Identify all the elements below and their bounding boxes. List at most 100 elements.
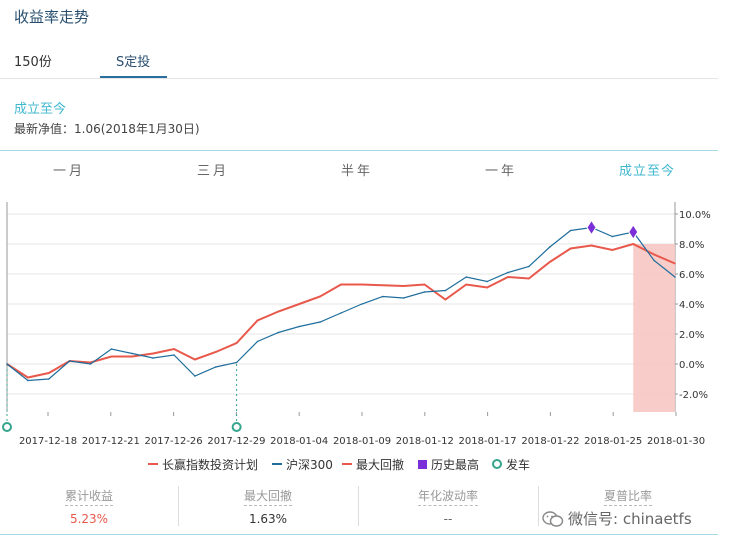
latest-nav: 最新净值：1.06(2018年1月30日) [14, 122, 200, 136]
stat-max-drawdown: 最大回撤 1.63% [179, 480, 357, 526]
y-tick-label: 8.0% [679, 240, 704, 251]
data-point [110, 355, 113, 358]
legend-label: 发车 [506, 457, 531, 472]
data-point [110, 348, 113, 350]
line-swatch-icon [272, 463, 282, 465]
data-point [319, 321, 321, 323]
data-point [632, 243, 635, 245]
data-point [27, 379, 29, 382]
launch-marker-icon [231, 422, 242, 432]
data-point [256, 340, 259, 343]
tabs-divider [0, 78, 718, 79]
range-since-inception[interactable]: 成立至今 [619, 160, 675, 179]
y-tick-label: 6.0% [679, 270, 704, 281]
data-point [653, 259, 655, 262]
range-one-month[interactable]: 一月 [53, 160, 85, 179]
x-tick-label: 2018-01-09 [333, 436, 391, 447]
data-point [89, 363, 92, 365]
data-point [131, 352, 134, 355]
data-point [569, 247, 572, 250]
x-tick-label: 2018-01-25 [584, 436, 642, 447]
data-point [402, 297, 405, 299]
x-tick-label: 2018-01-22 [521, 436, 579, 447]
data-point [548, 246, 551, 248]
data-point [194, 358, 196, 361]
range-half-year[interactable]: 半年 [341, 160, 373, 179]
bottom-divider [0, 534, 718, 535]
legend-item-historical-high[interactable]: 历史最高 [418, 455, 479, 473]
data-point [194, 375, 196, 377]
stat-value: -- [443, 512, 453, 526]
data-point [465, 276, 468, 278]
legend-item-fund[interactable]: 长赢指数投资计划 [148, 455, 258, 473]
tab-s-plan[interactable]: S定投 [116, 51, 150, 70]
stat-label[interactable]: 最大回撤 [243, 487, 292, 506]
data-point [528, 277, 530, 280]
data-point [444, 289, 447, 292]
watermark-text: 微信号: chinaetfs [568, 510, 692, 528]
data-point [47, 372, 50, 374]
stat-label[interactable]: 累计收益 [64, 487, 113, 506]
data-point [611, 249, 614, 251]
stat-value: 5.23% [69, 512, 109, 526]
y-tick-label: 2.0% [679, 330, 704, 341]
data-point [507, 276, 509, 278]
y-tick-label: 10.0% [679, 210, 711, 221]
x-tick-label: 2017-12-26 [145, 436, 203, 447]
x-tick-label: 2017-12-18 [19, 436, 77, 447]
legend-item-csi300[interactable]: 沪深300 [272, 455, 333, 473]
legend-item-launch[interactable]: 发车 [492, 455, 530, 473]
data-point [381, 284, 384, 287]
stat-cumulative-return: 累计收益 5.23% [0, 480, 178, 526]
tab-150-shares[interactable]: 150份 [14, 51, 52, 70]
x-tick-label: 2018-01-04 [270, 436, 328, 447]
range-one-year[interactable]: 一年 [485, 160, 517, 179]
y-tick-label: -2.0% [679, 390, 708, 401]
data-point [131, 355, 134, 358]
stat-label[interactable]: 夏普比率 [603, 487, 652, 506]
line-swatch-icon [148, 463, 158, 465]
stat-label[interactable]: 年化波动率 [417, 487, 478, 506]
wechat-watermark: 微信号: chinaetfs [542, 508, 692, 529]
data-point [235, 342, 238, 344]
data-point [611, 235, 614, 238]
data-point [674, 262, 676, 265]
data-point [6, 363, 8, 365]
y-tick-label: 0.0% [679, 360, 704, 371]
data-point [465, 283, 468, 286]
data-point [68, 360, 71, 362]
data-point [298, 325, 301, 328]
data-point [298, 303, 301, 305]
data-point [173, 354, 175, 356]
return-trend-chart: 10.0% 8.0% 6.0% 4.0% 2.0% 0.0% -2.0% 2017-12-18… [2, 202, 711, 447]
wechat-icon [542, 510, 564, 527]
x-tick-label: 2018-01-17 [459, 436, 517, 447]
period-title: 成立至今 [14, 102, 67, 117]
data-point [444, 298, 447, 301]
data-point [152, 357, 154, 359]
data-point [528, 265, 530, 268]
range-three-months[interactable]: 三月 [197, 160, 229, 179]
data-point [173, 348, 175, 350]
x-tick-label: 2017-12-29 [207, 436, 265, 447]
data-point [548, 261, 551, 263]
x-tick-label: 2018-01-30 [647, 436, 705, 447]
data-point [340, 312, 342, 314]
launch-marker-icon [2, 422, 12, 432]
legend-item-max-drawdown[interactable]: 最大回撤 [342, 455, 404, 473]
data-point [319, 295, 321, 298]
x-tick-label: 2017-12-21 [82, 436, 140, 447]
data-point [569, 229, 572, 232]
legend-label: 沪深300 [286, 457, 333, 472]
drawdown-area [633, 244, 675, 412]
stat-value: 1.63% [248, 512, 288, 526]
page-title: 收益率走势 [14, 8, 90, 26]
data-point [277, 310, 280, 313]
data-point [214, 366, 217, 368]
stat-annual-volatility: 年化波动率 -- [359, 480, 537, 526]
data-point [361, 283, 363, 286]
data-point [423, 283, 426, 286]
data-point [214, 351, 217, 353]
data-point [507, 271, 509, 274]
data-point [277, 331, 280, 334]
